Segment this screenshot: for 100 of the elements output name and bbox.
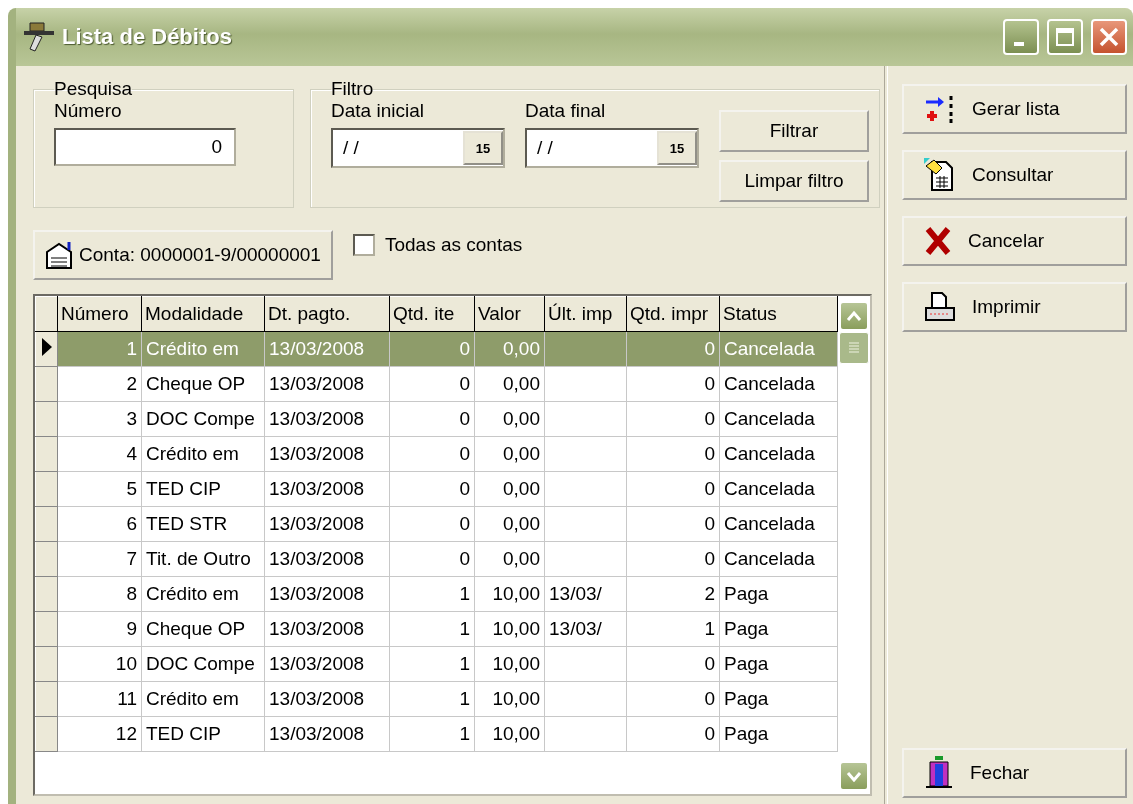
field-label: Número — [54, 100, 123, 122]
table-cell: 0 — [389, 366, 475, 402]
table-cell: 0 — [626, 646, 720, 682]
table-cell: 13/03/2008 — [264, 716, 390, 752]
column-header[interactable]: Últ. imp — [544, 296, 627, 332]
table-cell: Paga — [719, 681, 838, 717]
door-figure-icon — [924, 756, 954, 790]
action-button[interactable]: Cancelar — [902, 216, 1127, 266]
table-cell: 10,00 — [474, 576, 545, 612]
table-cell: 0 — [626, 681, 720, 717]
table-cell: 5 — [57, 471, 142, 507]
row-pointer-icon — [41, 337, 52, 356]
table-cell: Cancelada — [719, 366, 838, 402]
number-field[interactable]: 0 — [54, 128, 236, 166]
table-cell: 0 — [626, 541, 720, 577]
table-cell: 0 — [389, 401, 475, 437]
column-header[interactable]: Dt. pagto. — [264, 296, 390, 332]
account-button[interactable]: Conta: 0000001-9/00000001 — [33, 230, 333, 280]
table-cell: DOC Compe — [141, 646, 265, 682]
table-cell: 0,00 — [474, 436, 545, 472]
date-field[interactable]: / / 15 — [525, 128, 699, 168]
table-cell: 13/03/2008 — [264, 681, 390, 717]
checkbox[interactable] — [352, 234, 375, 256]
table-cell: TED CIP — [141, 471, 265, 507]
table-cell: 0 — [626, 401, 720, 437]
field-label: Data inicial — [331, 100, 425, 122]
field-label: Data final — [525, 100, 607, 122]
table-cell: 7 — [57, 541, 142, 577]
table-cell: 3 — [57, 401, 142, 437]
close-form-button[interactable]: Fechar — [902, 748, 1127, 798]
document-hand-icon — [924, 158, 956, 192]
close-button[interactable] — [1091, 19, 1127, 55]
calendar-button[interactable]: 15 — [463, 131, 503, 165]
table-cell: 1 — [626, 611, 720, 647]
chevron-up-icon — [846, 310, 862, 322]
action-button[interactable]: Consultar — [902, 150, 1127, 200]
table-cell: 4 — [57, 436, 142, 472]
group-title: Filtro — [331, 78, 374, 100]
table-cell: 13/03/2008 — [264, 401, 390, 437]
table-cell: 1 — [57, 331, 142, 367]
filter-button[interactable]: Limpar filtro — [719, 160, 869, 202]
table-cell: TED CIP — [141, 716, 265, 752]
column-header[interactable]: Status — [719, 296, 838, 332]
table-cell: Cancelada — [719, 506, 838, 542]
table-cell: Crédito em — [141, 576, 265, 612]
table-cell: Crédito em — [141, 681, 265, 717]
table-cell: 0 — [389, 436, 475, 472]
column-header[interactable]: Qtd. ite — [389, 296, 475, 332]
checkbox-label: Todas as contas — [384, 234, 523, 256]
arrow-plus-icon — [924, 94, 956, 124]
app-icon — [24, 21, 54, 53]
form-icon — [45, 240, 75, 270]
table-cell: 0 — [389, 331, 475, 367]
maximize-button[interactable] — [1047, 19, 1083, 55]
column-header[interactable]: Modalidade — [141, 296, 265, 332]
table-cell: 11 — [57, 681, 142, 717]
date-field[interactable]: / / 15 — [331, 128, 505, 168]
table-cell: 0,00 — [474, 506, 545, 542]
table-cell: Paga — [719, 716, 838, 752]
column-header[interactable]: Qtd. impr — [626, 296, 720, 332]
table-cell: 0 — [389, 471, 475, 507]
table-cell: 0 — [626, 471, 720, 507]
table-cell: Cheque OP — [141, 366, 265, 402]
scroll-thumb[interactable] — [839, 332, 869, 364]
table-cell: 13/03/ — [544, 576, 627, 612]
table-cell: 13/03/2008 — [264, 576, 390, 612]
table-cell: Crédito em — [141, 331, 265, 367]
table-cell: Tit. de Outro — [141, 541, 265, 577]
action-button[interactable]: Gerar lista — [902, 84, 1127, 134]
table-cell: 8 — [57, 576, 142, 612]
chevron-down-icon — [846, 770, 862, 782]
table-cell: 13/03/2008 — [264, 436, 390, 472]
table-cell: 13/03/2008 — [264, 646, 390, 682]
table-cell: 13/03/ — [544, 611, 627, 647]
calendar-button[interactable]: 15 — [657, 131, 697, 165]
filter-button[interactable]: Filtrar — [719, 110, 869, 152]
table-cell: Cancelada — [719, 401, 838, 437]
minimize-icon — [1014, 42, 1024, 46]
table-cell: Cheque OP — [141, 611, 265, 647]
group-title: Pesquisa — [54, 78, 133, 100]
scroll-down-button[interactable] — [840, 762, 868, 790]
table-cell: 9 — [57, 611, 142, 647]
action-button[interactable]: Imprimir — [902, 282, 1127, 332]
table-cell: 12 — [57, 716, 142, 752]
row-indicator[interactable] — [35, 331, 58, 367]
table-cell: 1 — [389, 716, 475, 752]
scroll-up-button[interactable] — [840, 302, 868, 330]
column-header[interactable]: Número — [57, 296, 142, 332]
table-cell: Paga — [719, 646, 838, 682]
table-cell: 0,00 — [474, 366, 545, 402]
table-cell: 1 — [389, 611, 475, 647]
table-cell: 2 — [626, 576, 720, 612]
table-cell: Paga — [719, 611, 838, 647]
table-cell: 10,00 — [474, 611, 545, 647]
table-cell: 0,00 — [474, 541, 545, 577]
table-cell: 10,00 — [474, 646, 545, 682]
date-value: / / — [343, 137, 359, 159]
column-header[interactable]: Valor — [474, 296, 545, 332]
cross-icon — [924, 226, 952, 256]
minimize-button[interactable] — [1003, 19, 1039, 55]
